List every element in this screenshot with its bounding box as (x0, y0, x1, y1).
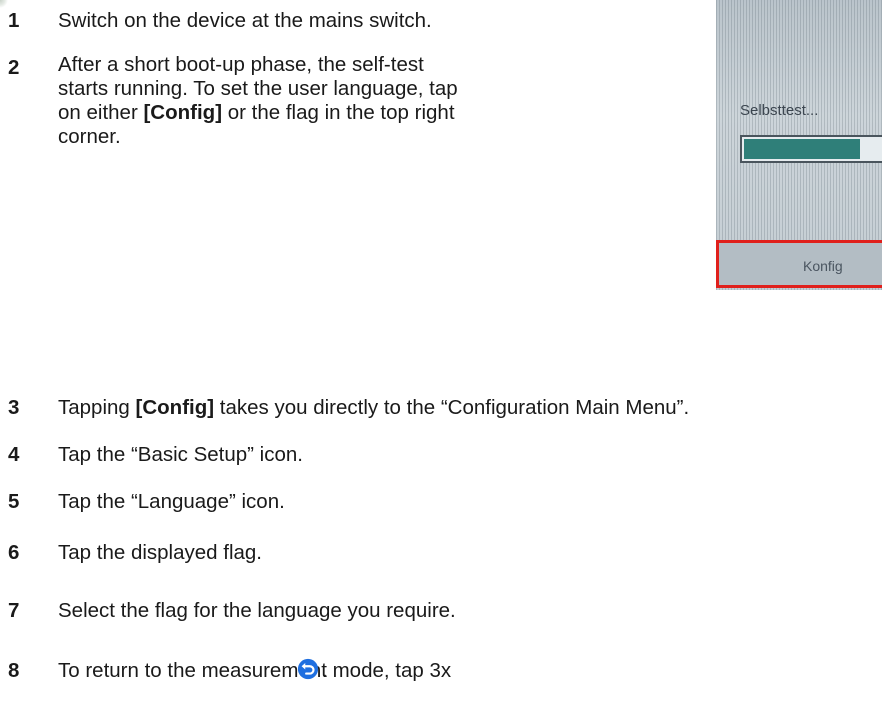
step-number: 6 (8, 541, 20, 564)
step-number: 3 (8, 396, 20, 419)
step-text: Tapping [Config] takes you directly to t… (58, 393, 689, 423)
step-number: 7 (8, 599, 20, 622)
selftest-label: Selbsttest... (740, 102, 819, 119)
selftest-progress-bar (740, 135, 882, 163)
step-number: 5 (8, 490, 20, 513)
text-run: Tapping (58, 396, 136, 419)
step-text: After a short boot-up phase, the self-te… (58, 53, 458, 149)
back-arrow-icon (297, 658, 319, 680)
config-keyword: [Config] (135, 396, 215, 419)
step-number: 2 (8, 56, 20, 79)
step-text: Select the flag for the language you req… (58, 599, 456, 622)
progress-fill (744, 139, 860, 159)
config-keyword: [Config] (143, 101, 223, 124)
text-run: on either (58, 101, 144, 124)
step-number: 4 (8, 443, 20, 466)
step-text: Tap the “Language” icon. (58, 490, 285, 513)
konfig-button-label: Konfig (803, 258, 843, 274)
step-text-line: After a short boot-up phase, the self-te… (58, 53, 424, 76)
device-screen-image: Selbsttest... Konfig (716, 0, 882, 290)
step-text: Switch on the device at the mains switch… (58, 9, 432, 32)
step-text: Tap the displayed flag. (58, 541, 262, 564)
konfig-button[interactable]: Konfig (716, 240, 882, 288)
step-text-line: on either [Config] or the flag in the to… (58, 101, 458, 125)
step-text-line: corner. (58, 125, 121, 148)
page-corner-decoration (0, 0, 8, 8)
text-run: or the flag in the top right (222, 101, 455, 124)
text-run: To return to the measurement mode, tap 3… (58, 659, 452, 682)
step-number: 8 (8, 659, 20, 682)
step-text: Tap the “Basic Setup” icon. (58, 443, 303, 466)
text-run: takes you directly to the “Configuration… (214, 396, 690, 419)
step-text-line: starts running. To set the user language… (58, 77, 458, 100)
step-text: To return to the measurement mode, tap 3… (58, 656, 451, 686)
step-number: 1 (8, 9, 20, 32)
text-run: . (322, 659, 328, 682)
